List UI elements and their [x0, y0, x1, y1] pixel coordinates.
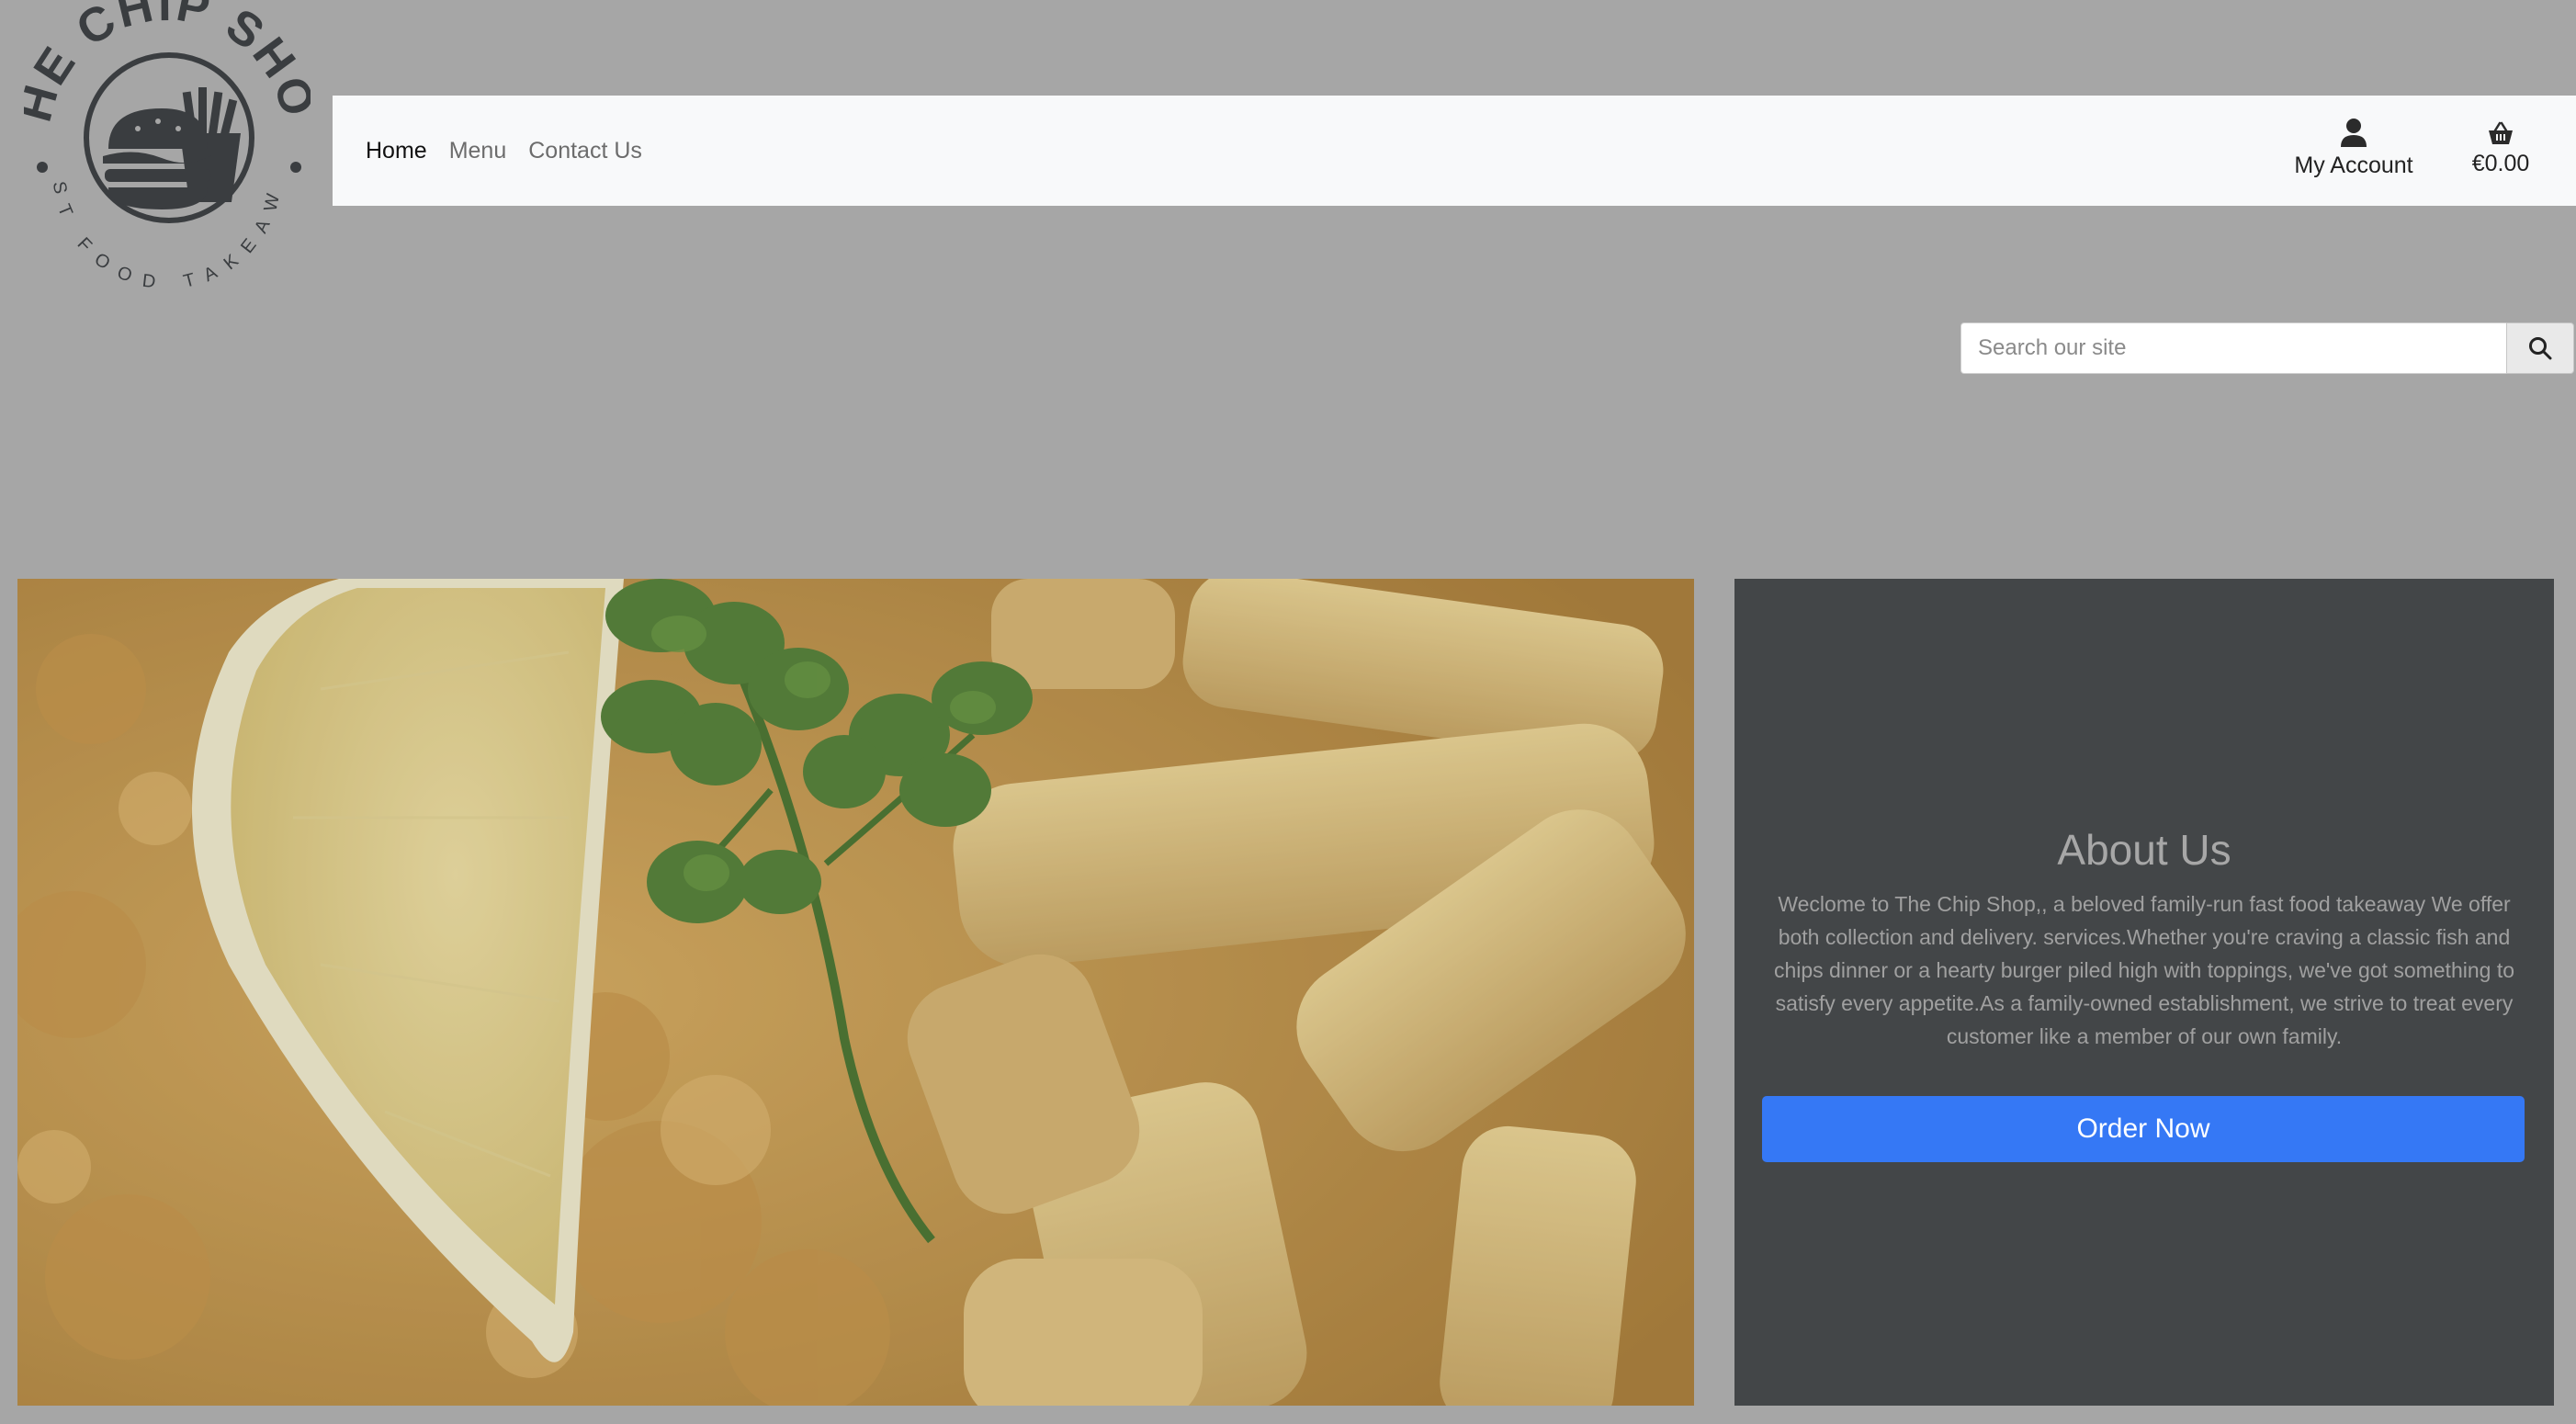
search-button[interactable]	[2506, 322, 2574, 374]
nav-links: Home Menu Contact Us	[366, 96, 653, 206]
my-account-label: My Account	[2294, 153, 2413, 178]
nav-link-contact-us[interactable]: Contact Us	[517, 96, 653, 206]
brand-logo[interactable]: THE CHIP SHOP FAST FOOD TAKEAWAY	[6, 0, 322, 312]
fish-and-chips-image	[17, 579, 1694, 1406]
nav-link-home[interactable]: Home	[366, 96, 438, 206]
nav-link-menu[interactable]: Menu	[438, 96, 518, 206]
about-title: About Us	[2057, 826, 2231, 874]
about-panel: About Us Weclome to The Chip Shop,, a be…	[1734, 579, 2554, 1406]
chip-shop-logo-icon: THE CHIP SHOP FAST FOOD TAKEAWAY	[6, 0, 322, 294]
hero-image	[17, 579, 1694, 1406]
logo-name-arc: THE CHIP SHOP	[6, 0, 322, 127]
order-now-button[interactable]: Order Now	[1762, 1096, 2525, 1162]
svg-text:THE CHIP SHOP: THE CHIP SHOP	[24, 0, 311, 127]
user-icon	[2341, 119, 2367, 147]
cart-button[interactable]: €0.00	[2446, 121, 2556, 177]
top-navbar: Home Menu Contact Us My Account €0.00	[333, 96, 2576, 206]
search-icon	[2529, 337, 2552, 360]
cart-total: €0.00	[2471, 151, 2530, 176]
my-account-button[interactable]: My Account	[2271, 118, 2436, 179]
search-input[interactable]	[1960, 322, 2506, 374]
basket-icon	[2489, 121, 2513, 144]
site-search	[1960, 322, 2576, 374]
about-text: Weclome to The Chip Shop,, a beloved fam…	[1773, 892, 2515, 1048]
